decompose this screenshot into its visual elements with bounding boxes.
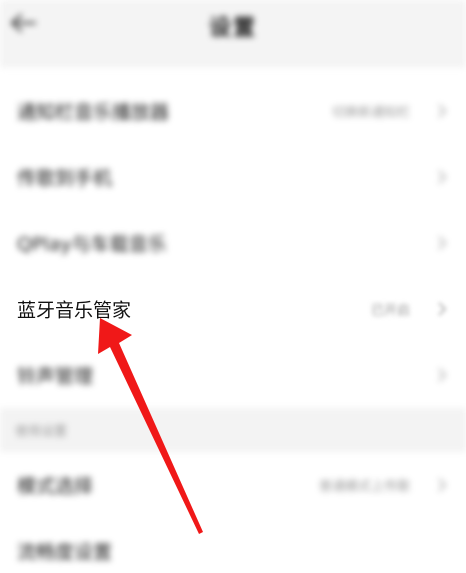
row-value: 普通模式上传歌 bbox=[318, 479, 410, 495]
app-header: 设置 bbox=[0, 0, 466, 67]
chevron-right-icon bbox=[438, 104, 447, 118]
settings-screen: 设置 通知栏音乐播放器 切换新通知栏 传歌到手机 QPlay与车载音乐 铃声管理… bbox=[0, 0, 466, 573]
row-label: 传歌到手机 bbox=[17, 167, 113, 190]
settings-row-ringtone[interactable]: 铃声管理 bbox=[0, 342, 466, 408]
section-label: 使用设置 bbox=[15, 424, 68, 440]
row-value: 已开启 bbox=[370, 303, 410, 319]
row-label: 流畅度设置 bbox=[17, 541, 113, 564]
row-value: 切换新通知栏 bbox=[331, 105, 410, 121]
row-label: QPlay与车载音乐 bbox=[17, 233, 167, 256]
chevron-right-icon bbox=[438, 236, 447, 250]
settings-row-bluetooth-music[interactable]: 蓝牙音乐管家 已开启 bbox=[0, 276, 466, 342]
settings-row-transfer-to-phone[interactable]: 传歌到手机 bbox=[0, 144, 466, 210]
settings-row-qplay[interactable]: QPlay与车载音乐 bbox=[0, 210, 466, 276]
chevron-right-icon bbox=[438, 170, 447, 184]
row-label: 铃声管理 bbox=[17, 365, 94, 388]
chevron-right-icon bbox=[438, 478, 447, 492]
section-header: 使用设置 bbox=[0, 408, 466, 452]
settings-row-mode[interactable]: 模式选择 普通模式上传歌 bbox=[0, 452, 466, 518]
settings-row-notification-player[interactable]: 通知栏音乐播放器 切换新通知栏 bbox=[0, 78, 466, 144]
row-label: 蓝牙音乐管家 bbox=[17, 299, 132, 322]
chevron-right-icon bbox=[438, 368, 447, 382]
row-label: 模式选择 bbox=[17, 475, 94, 498]
row-label: 通知栏音乐播放器 bbox=[17, 101, 170, 124]
chevron-right-icon bbox=[438, 302, 447, 316]
settings-row-smoothness[interactable]: 流畅度设置 bbox=[0, 518, 466, 573]
page-title: 设置 bbox=[208, 16, 257, 41]
